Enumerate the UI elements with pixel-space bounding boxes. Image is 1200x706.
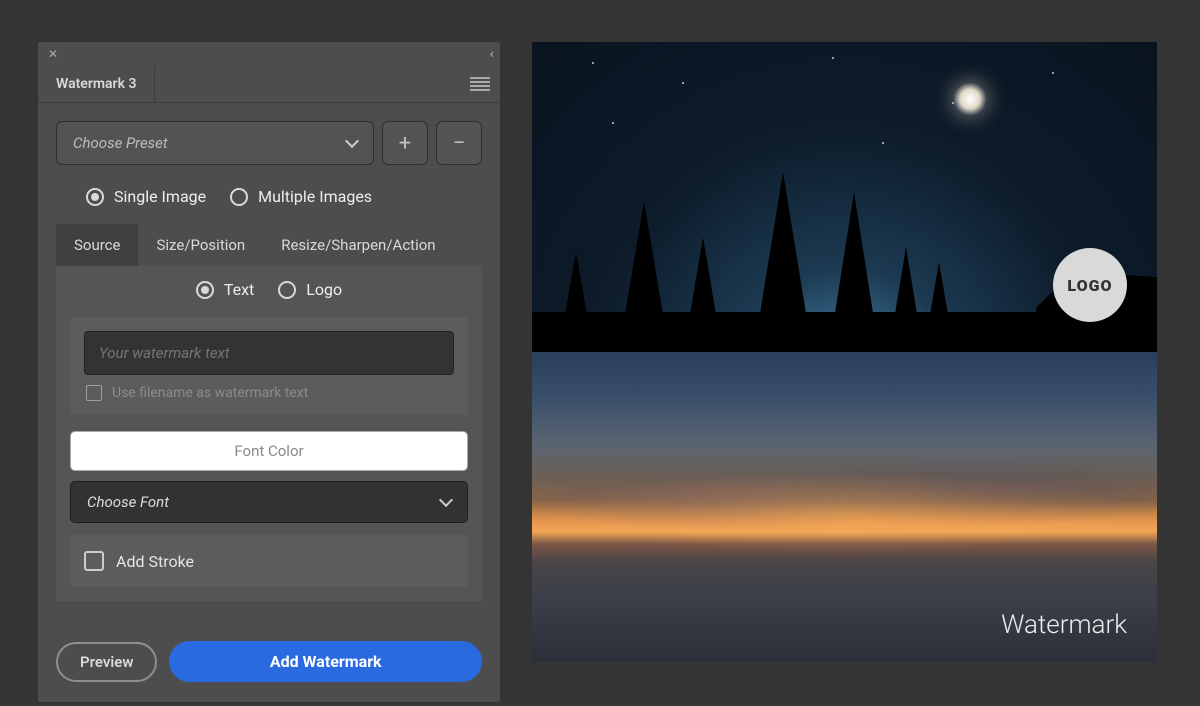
add-preset-button[interactable]: + (382, 121, 428, 165)
choose-font-placeholder: Choose Font (87, 493, 169, 511)
panel-body: Choose Preset + − Single Image Multiple … (38, 103, 500, 621)
radio-label: Logo (306, 280, 342, 299)
use-filename-checkbox[interactable] (86, 385, 102, 401)
chevron-down-icon (345, 134, 359, 148)
source-pane: Text Logo Use filename as watermark text… (56, 266, 482, 601)
watermark-text-input[interactable] (84, 331, 454, 375)
remove-preset-button[interactable]: − (436, 121, 482, 165)
moon-graphic (953, 82, 987, 116)
tab-source[interactable]: Source (56, 224, 138, 266)
chevron-down-icon (439, 493, 453, 507)
radio-icon (196, 281, 214, 299)
radio-label: Multiple Images (258, 187, 372, 206)
add-stroke-label: Add Stroke (116, 552, 194, 571)
preset-select[interactable]: Choose Preset (56, 121, 374, 165)
radio-label: Text (224, 280, 254, 299)
preview-button[interactable]: Preview (56, 642, 157, 682)
use-filename-label: Use filename as watermark text (112, 385, 308, 401)
choose-font-select[interactable]: Choose Font (70, 481, 468, 523)
radio-watermark-text[interactable]: Text (196, 280, 254, 299)
preview-image-night: LOGO (532, 42, 1157, 352)
preview-image-sunset: Watermark (532, 352, 1157, 662)
panel-tab-strip: Watermark 3 (38, 66, 500, 103)
font-color-button[interactable]: Font Color (70, 431, 468, 471)
add-stroke-checkbox[interactable] (84, 551, 104, 571)
tab-resize-sharpen[interactable]: Resize/Sharpen/Action (263, 224, 453, 266)
radio-icon (278, 281, 296, 299)
tab-size-position[interactable]: Size/Position (138, 224, 263, 266)
close-icon[interactable]: ✕ (48, 47, 58, 61)
preset-placeholder: Choose Preset (73, 134, 168, 152)
radio-single-image[interactable]: Single Image (86, 187, 206, 206)
preview-area: LOGO Watermark (532, 42, 1157, 662)
watermark-panel: ✕ ‹‹ Watermark 3 Choose Preset + − Singl… (38, 42, 500, 702)
radio-multiple-images[interactable]: Multiple Images (230, 187, 372, 206)
radio-label: Single Image (114, 187, 206, 206)
logo-watermark-badge: LOGO (1053, 248, 1127, 322)
watermark-sample-text: Watermark (1001, 610, 1127, 640)
radio-icon (230, 188, 248, 206)
radio-watermark-logo[interactable]: Logo (278, 280, 342, 299)
panel-titlebar: ✕ ‹‹ (38, 42, 500, 66)
panel-menu-icon[interactable] (470, 77, 490, 91)
panel-tab-watermark[interactable]: Watermark 3 (38, 66, 155, 102)
add-watermark-button[interactable]: Add Watermark (169, 641, 482, 682)
section-tabs: Source Size/Position Resize/Sharpen/Acti… (56, 224, 482, 266)
radio-icon (86, 188, 104, 206)
